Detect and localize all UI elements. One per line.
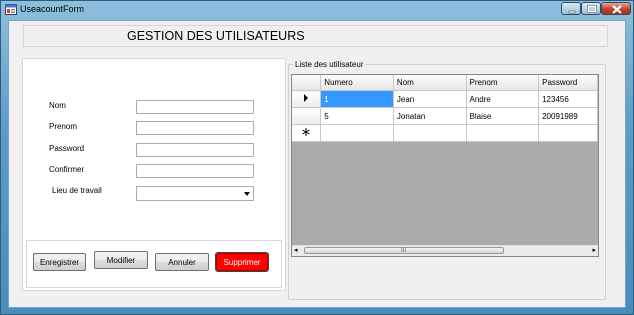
column-header[interactable]: Password	[538, 75, 598, 91]
list-title: Liste des utilisateur	[293, 60, 366, 69]
table-cell[interactable]: Andre	[466, 90, 540, 108]
scroll-grip: III	[401, 248, 407, 254]
minimize-button[interactable]	[561, 2, 581, 15]
table-cell[interactable]	[466, 124, 540, 142]
table-cell[interactable]: 5	[320, 107, 394, 125]
table-cell[interactable]: Blaise	[466, 107, 540, 125]
users-table: Numero Nom Prenom Password 1 Jean Andre …	[292, 75, 598, 142]
close-icon	[612, 5, 622, 14]
header-panel: GESTION DES UTILISATEURS	[23, 25, 608, 47]
column-header[interactable]: Nom	[393, 75, 467, 91]
modifier-button[interactable]: Modifier	[94, 251, 148, 269]
row-selector[interactable]	[292, 107, 322, 125]
prenom-label: Prenom	[49, 122, 78, 131]
annuler-button[interactable]: Annuler	[155, 253, 209, 271]
table-row[interactable]: 5 Jonatan Blaise 20091989	[292, 107, 598, 125]
current-row-arrow-icon	[304, 94, 309, 102]
close-button[interactable]	[601, 2, 631, 15]
scroll-left-icon[interactable]: ◂	[294, 247, 298, 255]
enregistrer-button[interactable]: Enregistrer	[33, 253, 86, 271]
table-header-row: Numero Nom Prenom Password	[292, 75, 598, 91]
nom-label: Nom	[49, 101, 66, 110]
actions-panel: Enregistrer Modifier Annuler Supprimer	[26, 240, 282, 288]
table-cell[interactable]: 20091989	[538, 107, 598, 125]
column-header[interactable]: Prenom	[466, 75, 540, 91]
confirmer-field[interactable]	[136, 164, 254, 178]
new-row[interactable]	[292, 124, 598, 142]
users-grid[interactable]: Numero Nom Prenom Password 1 Jean Andre …	[291, 74, 599, 257]
page-title: GESTION DES UTILISATEURS	[127, 29, 305, 43]
password-label: Password	[49, 144, 85, 153]
row-header-corner	[292, 75, 322, 91]
form-client-area: GESTION DES UTILISATEURS Nom Prenom Pass…	[8, 20, 626, 308]
user-form-panel: Nom Prenom Password Confirmer Lieu de tr…	[22, 58, 286, 291]
table-cell[interactable]: Jonatan	[393, 107, 467, 125]
table-cell[interactable]	[393, 124, 467, 142]
lieu-dropdown[interactable]	[136, 186, 254, 201]
app-icon	[5, 4, 17, 15]
supprimer-button[interactable]: Supprimer	[215, 252, 269, 272]
confirmer-label: Confirmer	[49, 165, 85, 174]
prenom-field[interactable]	[136, 121, 254, 135]
title-bar[interactable]: UseacountForm	[1, 1, 633, 19]
table-cell[interactable]: 123456	[538, 90, 598, 108]
row-selector[interactable]	[292, 90, 322, 108]
table-row[interactable]: 1 Jean Andre 123456	[292, 90, 598, 108]
password-field[interactable]	[136, 143, 254, 157]
table-cell[interactable]	[538, 124, 598, 142]
window-title: UseacountForm	[20, 4, 85, 14]
scroll-thumb[interactable]: III	[304, 247, 504, 254]
row-selector[interactable]	[292, 124, 322, 142]
minimize-icon	[568, 10, 576, 14]
main-window: UseacountForm GESTION DES UTILISATEURS N…	[0, 0, 634, 315]
nom-field[interactable]	[136, 100, 254, 114]
horizontal-scrollbar[interactable]: ◂ III ▸	[292, 245, 598, 256]
new-row-asterisk-icon	[302, 128, 310, 136]
table-cell[interactable]: 1	[320, 90, 394, 108]
maximize-icon	[587, 5, 597, 13]
chevron-down-icon	[244, 192, 250, 196]
scroll-right-icon[interactable]: ▸	[592, 247, 596, 255]
column-header[interactable]: Numero	[320, 75, 394, 91]
maximize-button[interactable]	[581, 2, 601, 15]
lieu-label: Lieu de travail	[52, 186, 102, 195]
table-cell[interactable]: Jean	[393, 90, 467, 108]
table-cell[interactable]	[320, 124, 394, 142]
